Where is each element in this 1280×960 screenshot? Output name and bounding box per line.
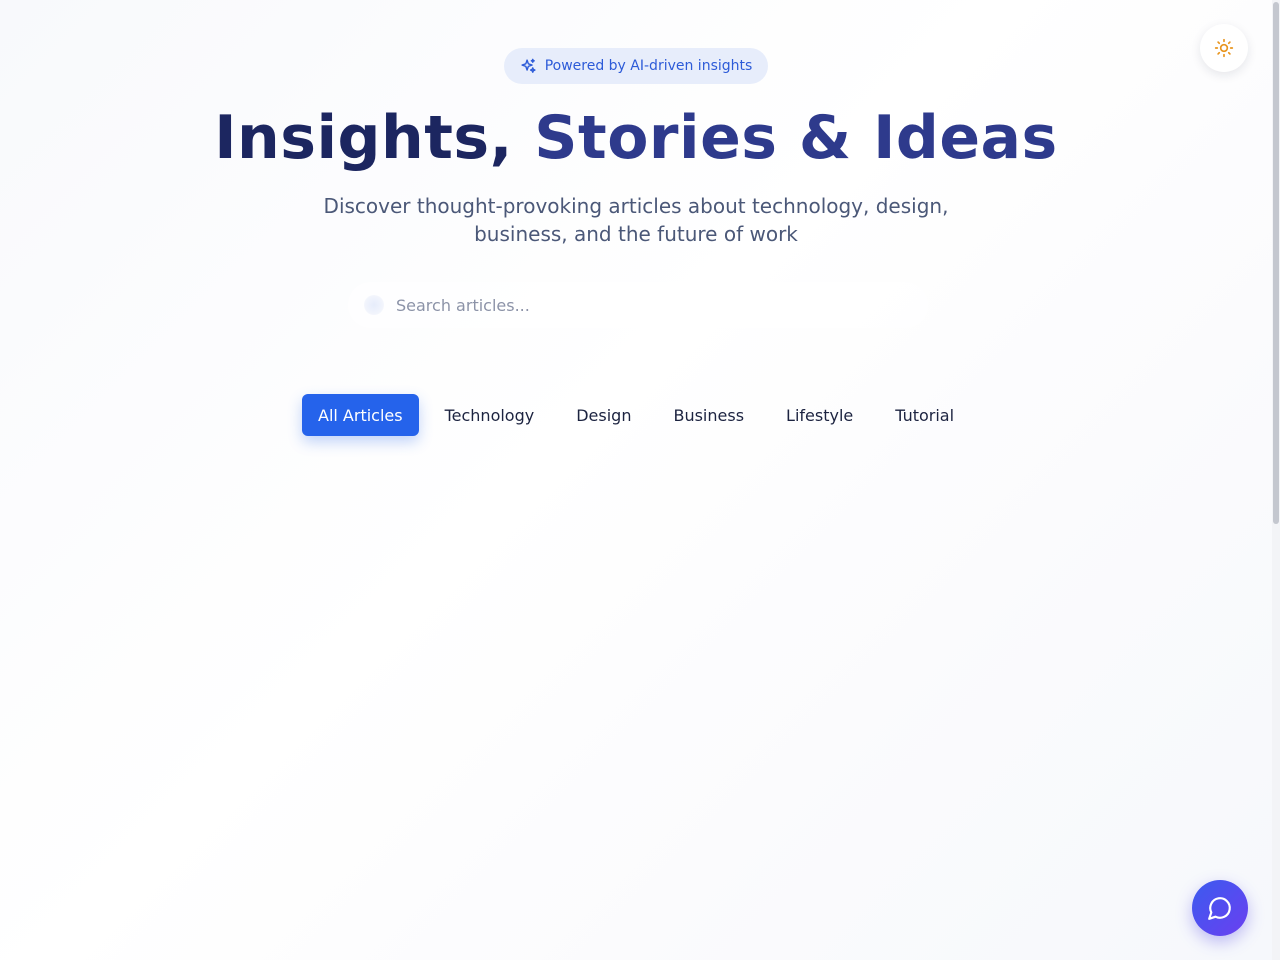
sun-icon <box>1214 38 1234 58</box>
search-input[interactable] <box>396 282 916 328</box>
theme-toggle-button[interactable] <box>1200 24 1248 72</box>
search-bar <box>348 282 928 328</box>
filter-design[interactable]: Design <box>560 394 647 436</box>
category-filters: All Articles Technology Design Business … <box>302 394 980 436</box>
chat-bubble-icon <box>1207 895 1233 921</box>
sparkles-icon <box>520 58 537 75</box>
badge-text: Powered by AI-driven insights <box>544 58 753 74</box>
filter-business[interactable]: Business <box>657 394 760 436</box>
ai-powered-badge: Powered by AI-driven insights <box>504 48 768 84</box>
filter-technology[interactable]: Technology <box>429 394 551 436</box>
page-title: Insights, Stories & Ideas <box>0 98 1272 178</box>
page-scrollbar[interactable] <box>1272 0 1280 960</box>
page-title-part1: Insights, <box>214 103 535 173</box>
search-icon <box>364 295 384 315</box>
filter-lifestyle[interactable]: Lifestyle <box>770 394 869 436</box>
filter-tutorial[interactable]: Tutorial <box>879 394 970 436</box>
page-subtitle: Discover thought-provoking articles abou… <box>323 194 949 246</box>
page-title-part2: Stories & Ideas <box>534 103 1058 173</box>
scrollbar-thumb[interactable] <box>1273 2 1279 524</box>
filter-all-articles[interactable]: All Articles <box>302 394 419 436</box>
chat-button[interactable] <box>1192 880 1248 936</box>
